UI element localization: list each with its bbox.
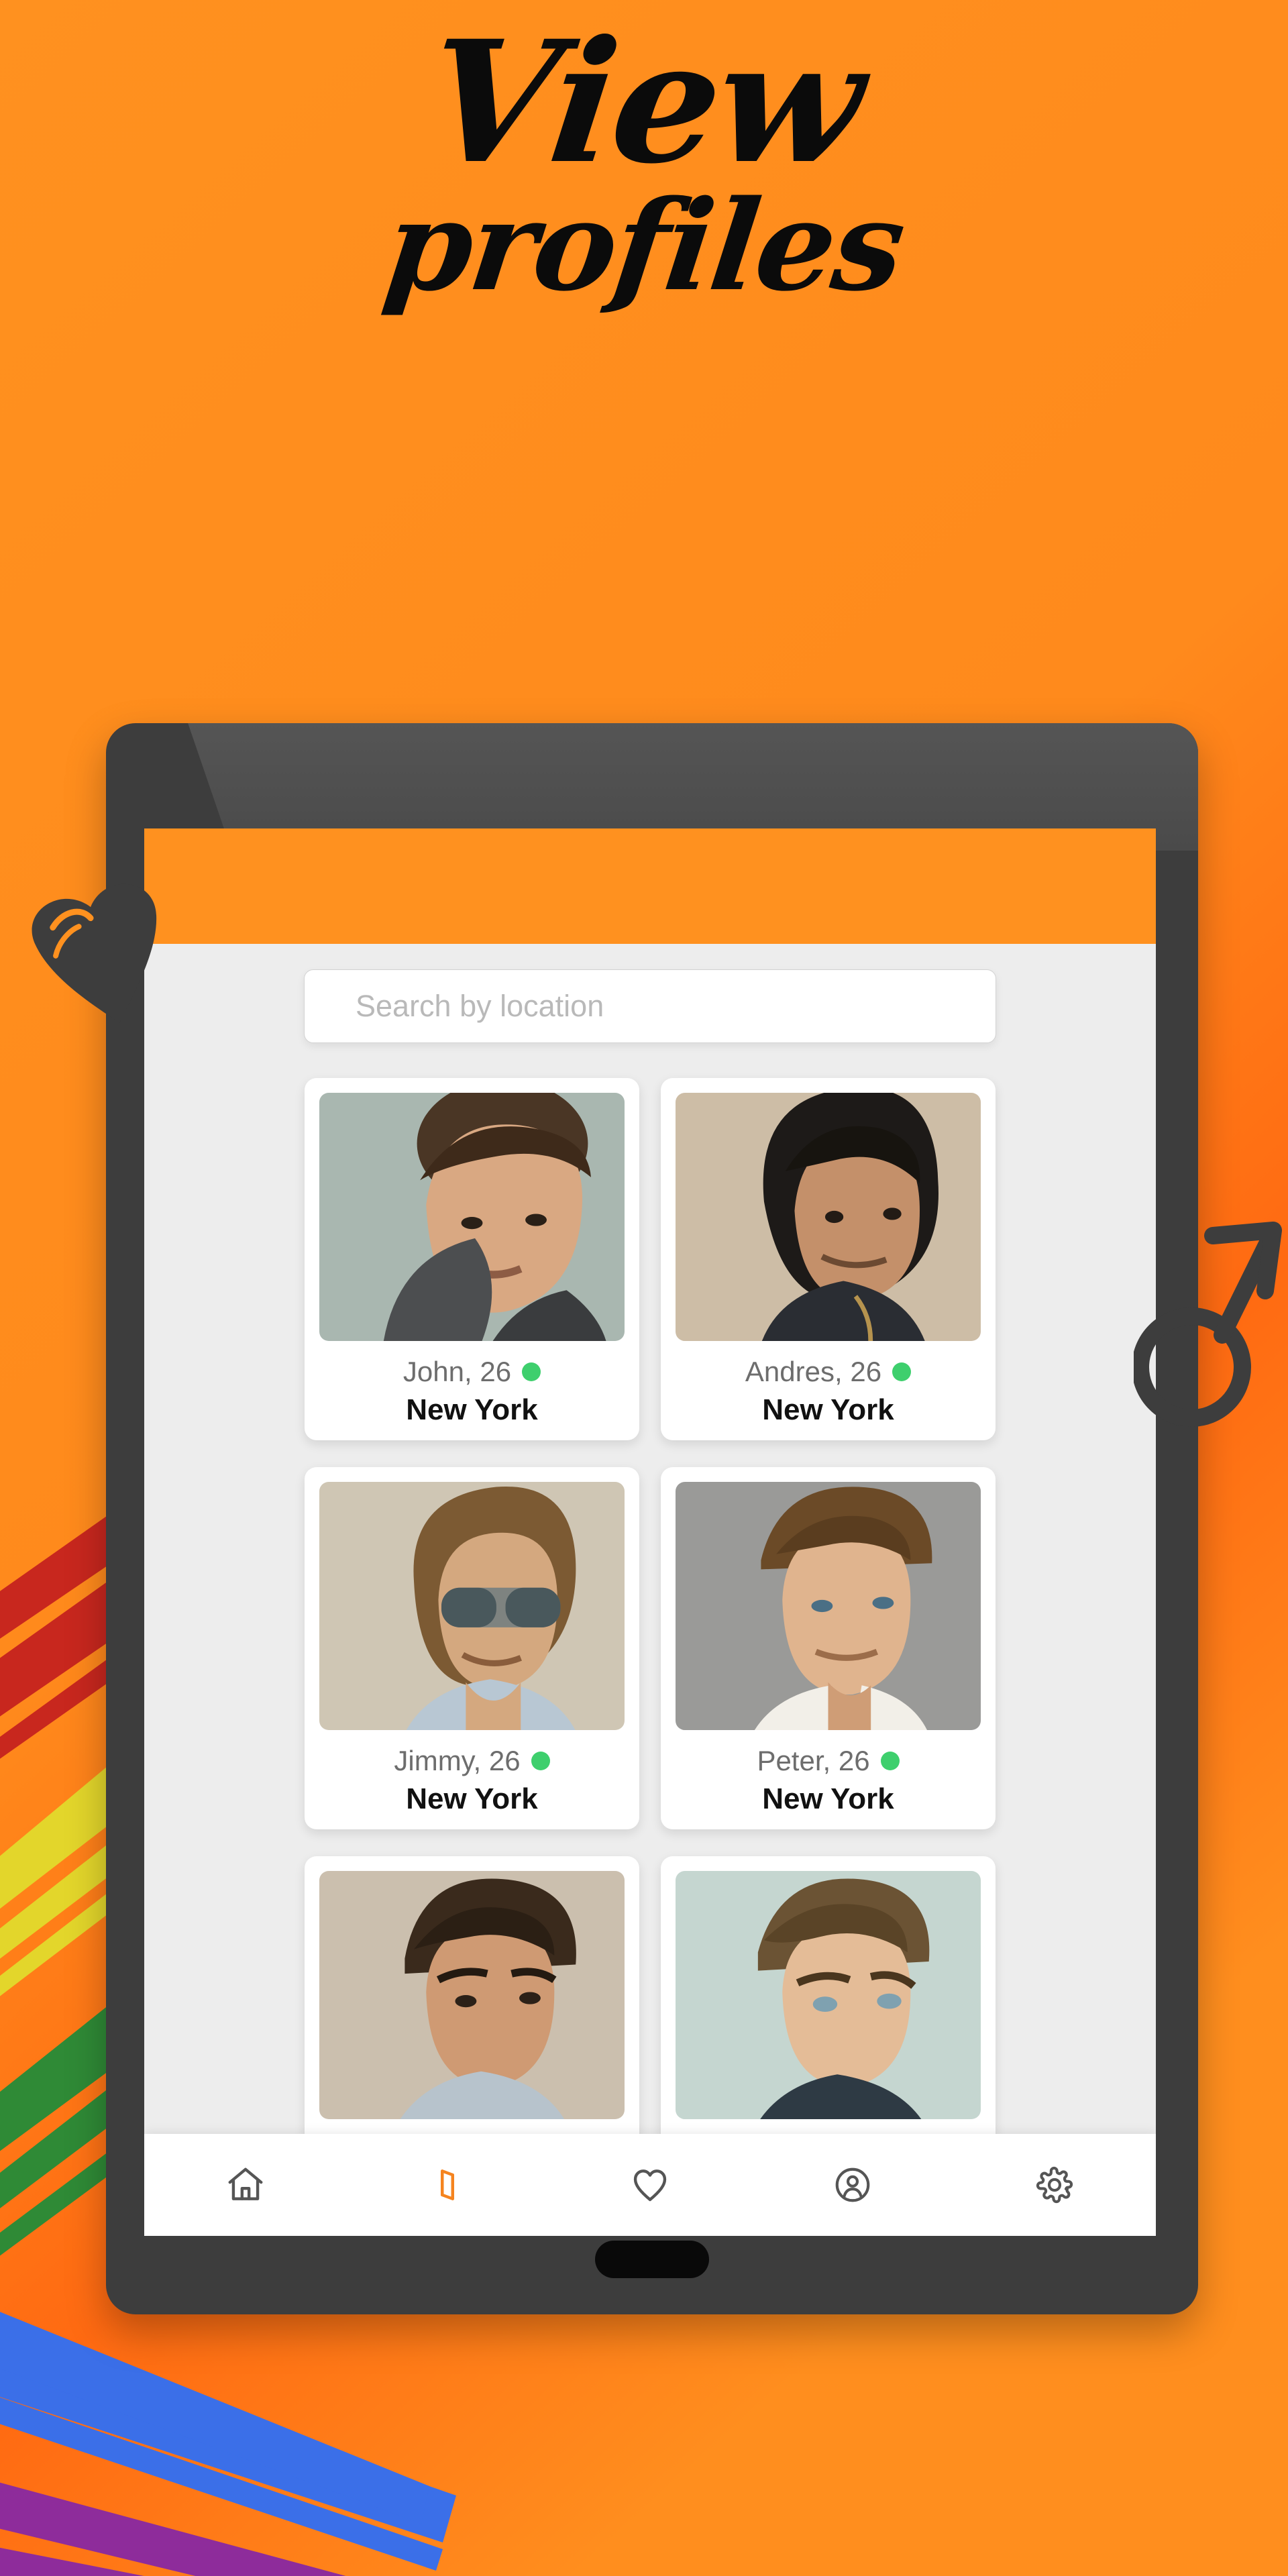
headline-line-2: profiles [377, 172, 911, 319]
tablet-device: Search by location John, 26 New York And… [106, 723, 1198, 2314]
profile-card[interactable]: John, 26 New York [305, 1078, 639, 1440]
brush-stroke-blue [0, 2312, 456, 2571]
profile-city: New York [406, 1782, 538, 1815]
profile-name: Jimmy, 26 [394, 1745, 521, 1776]
profile-name: Andres, 26 [745, 1356, 882, 1387]
search-placeholder: Search by location [356, 989, 604, 1023]
headline-line-1: View [416, 3, 872, 201]
profile-name-row: Peter, 26 [757, 1745, 900, 1777]
profile-name-row: Jimmy, 26 [394, 1745, 550, 1777]
profile-card[interactable]: Peter, 26 New York [661, 1467, 996, 1829]
profile-name: Peter, 26 [757, 1745, 870, 1776]
profile-city: New York [762, 1782, 894, 1815]
online-status-dot [880, 1752, 900, 1770]
search-area: Search by location [144, 944, 1156, 1043]
profile-city: New York [762, 1393, 894, 1426]
profile-name-row: Andres, 26 [745, 1356, 912, 1388]
heart-icon [633, 2169, 667, 2202]
gear-icon [1036, 2166, 1073, 2204]
home-indicator[interactable] [595, 2241, 709, 2278]
nav-item-map[interactable] [407, 2145, 488, 2225]
profile-photo[interactable] [676, 1482, 981, 1730]
profile-name-row: John, 26 [403, 1356, 541, 1388]
page-title: View profiles [0, 3, 1288, 319]
online-status-dot [892, 1362, 912, 1381]
home-icon [228, 2167, 263, 2200]
nav-item-profile[interactable] [812, 2145, 893, 2225]
profile-card[interactable] [305, 1856, 639, 2171]
nav-item-home[interactable] [205, 2145, 286, 2225]
person-circle-icon [835, 2167, 869, 2202]
online-status-dot [522, 1362, 541, 1381]
brush-stroke-purple [0, 2482, 346, 2576]
profile-photo[interactable] [319, 1482, 625, 1730]
search-input[interactable]: Search by location [304, 969, 996, 1043]
nav-item-likes[interactable] [610, 2145, 690, 2225]
tablet-screen: Search by location John, 26 New York And… [144, 828, 1156, 2236]
app-status-bar [144, 828, 1156, 944]
profile-photo[interactable] [319, 1871, 625, 2119]
app-content: Search by location John, 26 New York And… [144, 944, 1156, 2236]
profile-card[interactable]: Jimmy, 26 New York [305, 1467, 639, 1829]
profile-photo[interactable] [676, 1871, 981, 2119]
profile-photo[interactable] [676, 1093, 981, 1341]
profile-name: John, 26 [402, 1356, 512, 1387]
profile-city: New York [406, 1393, 538, 1426]
profile-card[interactable] [661, 1856, 996, 2171]
bottom-navigation-bar [144, 2134, 1156, 2236]
profiles-grid: John, 26 New York Andres, 26 New York Ji… [305, 1078, 996, 2171]
map-icon [441, 2169, 455, 2200]
online-status-dot [531, 1752, 550, 1770]
profile-photo[interactable] [319, 1093, 625, 1341]
nav-item-settings[interactable] [1014, 2145, 1095, 2225]
profile-card[interactable]: Andres, 26 New York [661, 1078, 996, 1440]
